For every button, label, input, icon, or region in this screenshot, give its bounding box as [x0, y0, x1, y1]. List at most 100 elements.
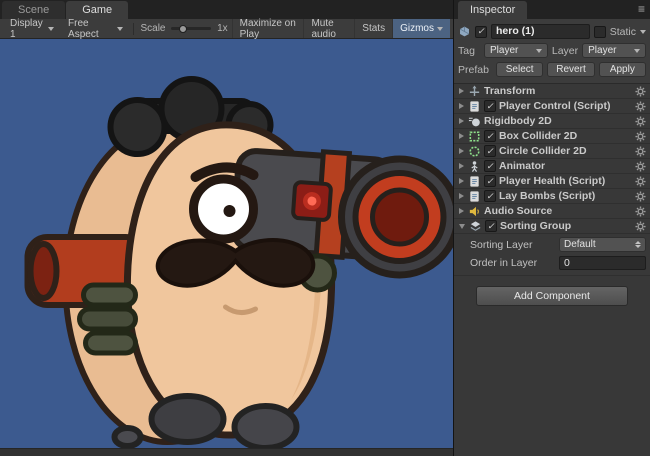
component-player-health[interactable]: ✓ Player Health (Script) — [454, 174, 650, 189]
script-icon — [468, 190, 481, 203]
chevron-down-icon — [536, 49, 542, 53]
foldout-icon[interactable] — [459, 133, 464, 139]
gear-icon[interactable] — [635, 221, 646, 232]
sorting-group-body: Sorting Layer Default Order in Layer 0 — [454, 234, 650, 276]
gameobject-icon — [458, 25, 471, 38]
add-component-button[interactable]: Add Component — [476, 286, 628, 306]
rigidbody-2d-icon — [468, 115, 481, 128]
prefab-revert-button[interactable]: Revert — [547, 62, 594, 77]
script-icon — [468, 100, 481, 113]
sorting-layer-label: Sorting Layer — [470, 239, 556, 251]
game-viewport[interactable] — [0, 39, 453, 448]
enabled-checkbox[interactable]: ✓ — [484, 130, 496, 142]
gear-icon[interactable] — [635, 131, 646, 142]
maximize-on-play-button[interactable]: Maximize on Play — [232, 19, 304, 38]
foldout-icon[interactable] — [459, 118, 464, 124]
enabled-checkbox[interactable]: ✓ — [484, 190, 496, 202]
component-circle-collider-2d[interactable]: ✓ Circle Collider 2D — [454, 144, 650, 159]
component-lay-bombs[interactable]: ✓ Lay Bombs (Script) — [454, 189, 650, 204]
order-in-layer-row: Order in Layer 0 — [470, 255, 646, 270]
inspector-tabstrip: Inspector ≡ — [454, 0, 650, 19]
scale-label: Scale — [136, 23, 169, 34]
component-transform[interactable]: Transform — [454, 84, 650, 99]
gear-icon[interactable] — [635, 176, 646, 187]
enabled-checkbox[interactable]: ✓ — [484, 100, 496, 112]
display-dropdown[interactable]: Display 1 — [3, 19, 61, 38]
checkmark: ✓ — [486, 102, 494, 111]
tag-dropdown[interactable]: Player — [484, 43, 548, 58]
gear-icon[interactable] — [635, 191, 646, 202]
sorting-layer-dropdown[interactable]: Default — [559, 237, 646, 252]
toolbar-divider — [133, 23, 134, 35]
aspect-dropdown-label: Free Aspect — [68, 18, 113, 40]
script-icon — [468, 175, 481, 188]
sorting-group-icon — [469, 220, 482, 233]
tab-game[interactable]: Game — [66, 1, 128, 19]
stats-button[interactable]: Stats — [354, 19, 392, 38]
slider-knob[interactable] — [179, 25, 187, 33]
aspect-dropdown[interactable]: Free Aspect — [61, 19, 130, 38]
enabled-checkbox[interactable]: ✓ — [484, 145, 496, 157]
circle-collider-2d-icon — [468, 145, 481, 158]
component-audio-source[interactable]: Audio Source — [454, 204, 650, 219]
layer-label: Layer — [552, 45, 578, 57]
checkmark: ✓ — [486, 177, 494, 186]
enabled-checkbox[interactable]: ✓ — [484, 160, 496, 172]
bazooka-muzzle — [342, 159, 454, 275]
gear-icon[interactable] — [635, 86, 646, 97]
tab-inspector[interactable]: Inspector — [458, 1, 527, 19]
maximize-on-play-label: Maximize on Play — [240, 18, 297, 40]
foldout-icon[interactable] — [459, 208, 464, 214]
scale-value: 1x — [213, 23, 232, 34]
foldout-icon[interactable] — [459, 103, 464, 109]
tab-scene[interactable]: Scene — [2, 1, 65, 19]
foldout-icon[interactable] — [459, 88, 464, 94]
component-list: Transform ✓ Player Control (Script) — [454, 84, 650, 276]
left-hand — [80, 285, 136, 353]
component-animator[interactable]: ✓ Animator — [454, 159, 650, 174]
inspector-header: ✓ hero (1) Static Tag Player Layer Playe… — [454, 19, 650, 84]
component-box-collider-2d[interactable]: ✓ Box Collider 2D — [454, 129, 650, 144]
enabled-checkbox[interactable]: ✓ — [485, 220, 497, 232]
panel-menu-icon[interactable]: ≡ — [638, 3, 645, 15]
foldout-icon[interactable] — [459, 178, 464, 184]
chevron-down-icon — [634, 49, 640, 53]
prefab-label: Prefab — [458, 64, 492, 76]
gizmos-dropdown[interactable]: Gizmos — [392, 19, 450, 38]
checkmark: ✓ — [486, 147, 494, 156]
active-checkbox[interactable]: ✓ — [475, 26, 487, 38]
name-field[interactable]: hero (1) — [491, 24, 590, 39]
sorting-layer-row: Sorting Layer Default — [470, 237, 646, 252]
layer-dropdown[interactable]: Player — [582, 43, 646, 58]
foldout-icon[interactable] — [459, 193, 464, 199]
component-sorting-group[interactable]: ✓ Sorting Group — [454, 219, 650, 234]
window-bottom-edge — [0, 448, 453, 456]
foldout-icon[interactable] — [459, 148, 464, 154]
scale-slider[interactable] — [171, 19, 211, 38]
prefab-select-button[interactable]: Select — [496, 62, 543, 77]
static-label: Static — [610, 26, 636, 38]
checkmark: ✓ — [486, 132, 494, 141]
gear-icon[interactable] — [635, 146, 646, 157]
add-component-area: Add Component — [454, 276, 650, 456]
prefab-apply-button[interactable]: Apply — [599, 62, 646, 77]
order-in-layer-field[interactable]: 0 — [559, 256, 646, 270]
component-player-control[interactable]: ✓ Player Control (Script) — [454, 99, 650, 114]
transform-icon — [468, 85, 481, 98]
mute-audio-button[interactable]: Mute audio — [303, 19, 354, 38]
gear-icon[interactable] — [635, 161, 646, 172]
prefab-row: Prefab Select Revert Apply — [458, 61, 646, 78]
gear-icon[interactable] — [635, 101, 646, 112]
chevron-down-icon — [48, 27, 54, 31]
checkmark: ✓ — [486, 192, 494, 201]
gear-icon[interactable] — [635, 206, 646, 217]
static-dropdown-arrow[interactable] — [640, 30, 646, 34]
foldout-icon[interactable] — [459, 163, 464, 169]
enabled-checkbox[interactable]: ✓ — [484, 175, 496, 187]
foldout-icon[interactable] — [459, 224, 465, 229]
gear-icon[interactable] — [635, 116, 646, 127]
static-checkbox[interactable] — [594, 26, 606, 38]
game-view-toolbar: Display 1 Free Aspect Scale 1x Maximize … — [0, 19, 453, 39]
box-collider-2d-icon — [468, 130, 481, 143]
component-rigidbody-2d[interactable]: Rigidbody 2D — [454, 114, 650, 129]
